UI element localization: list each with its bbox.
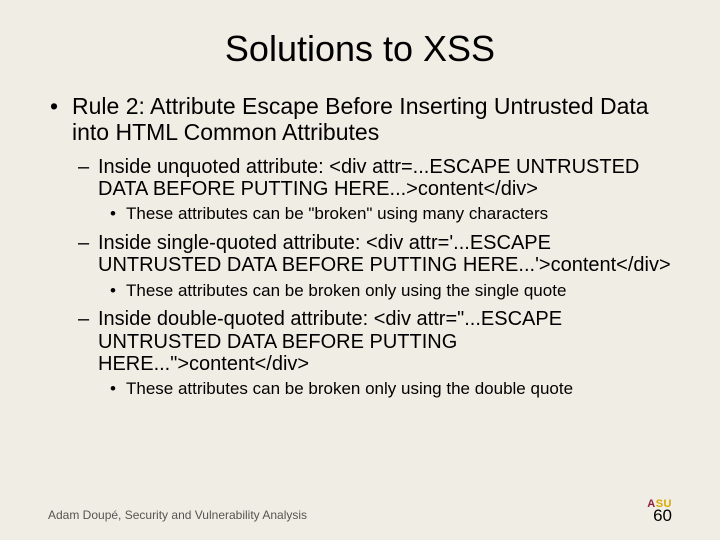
bullet-level1: Rule 2: Attribute Escape Before Insertin… — [48, 94, 672, 146]
bullet-level3: These attributes can be broken only usin… — [48, 379, 672, 399]
slide: Solutions to XSS Rule 2: Attribute Escap… — [0, 0, 720, 540]
footer-text: Adam Doupé, Security and Vulnerability A… — [48, 508, 307, 522]
slide-title: Solutions to XSS — [48, 28, 672, 70]
bullet-level2: Inside unquoted attribute: <div attr=...… — [48, 156, 672, 201]
bullet-level2: Inside double-quoted attribute: <div att… — [48, 308, 672, 375]
bullet-level2: Inside single-quoted attribute: <div att… — [48, 232, 672, 277]
page-number: 60 — [653, 506, 672, 526]
bullet-level3: These attributes can be broken only usin… — [48, 281, 672, 301]
bullet-level3: These attributes can be "broken" using m… — [48, 204, 672, 224]
